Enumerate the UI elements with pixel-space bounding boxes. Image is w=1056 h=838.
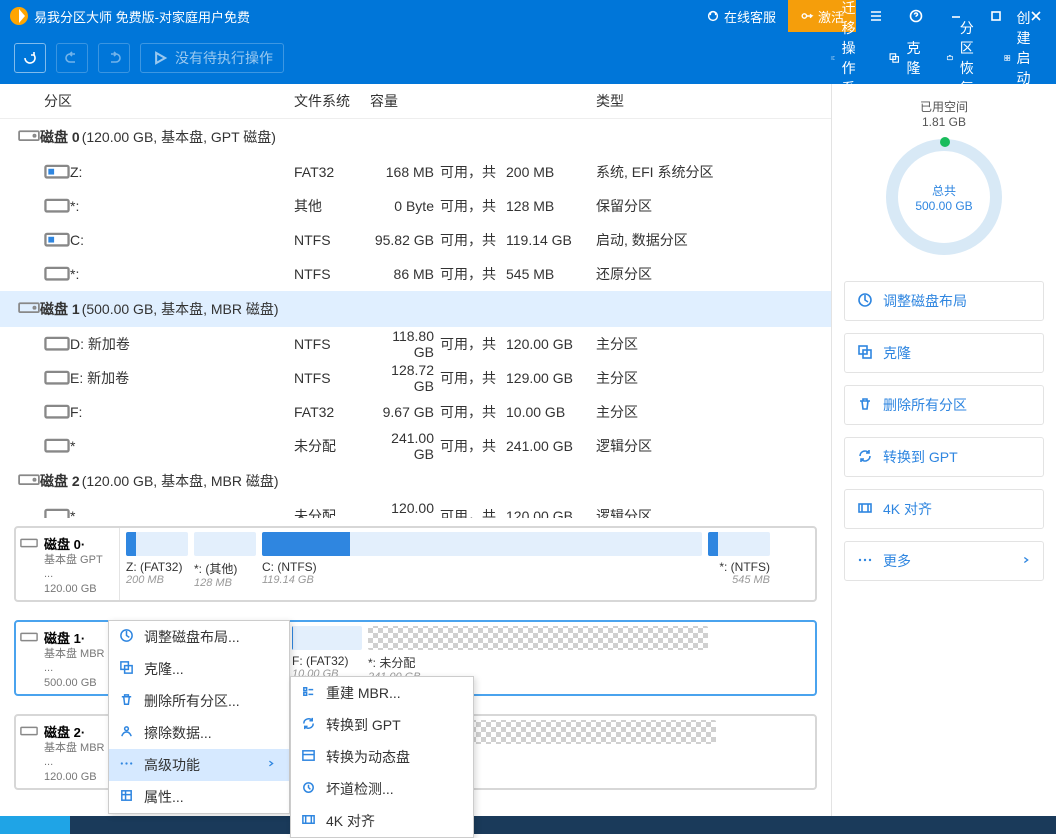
advanced-submenu[interactable]: 重建 MBR...转换到 GPT转换为动态盘坏道检测...4K 对齐: [290, 676, 474, 838]
action-icon: [857, 500, 873, 519]
disk-segment[interactable]: C: (NTFS)119.14 GB: [262, 532, 702, 596]
action-button[interactable]: 更多: [844, 541, 1044, 581]
menu-item-icon: [301, 748, 316, 766]
action-label: 转换到 GPT: [883, 447, 958, 467]
menu-item-icon: [119, 692, 134, 710]
menu-item-icon: [301, 716, 316, 734]
menu-item-icon: [301, 812, 316, 830]
side-panel: 已用空间 1.81 GB 总共 500.00 GB 调整磁盘布局克隆删除所有分区…: [832, 84, 1056, 816]
volume-icon: [44, 369, 70, 386]
disk-row[interactable]: 磁盘 0 (120.00 GB, 基本盘, GPT 磁盘): [0, 119, 831, 155]
action-button[interactable]: 调整磁盘布局: [844, 281, 1044, 321]
window-title: 易我分区大师 免费版-对家庭用户免费: [34, 7, 250, 26]
context-menu-item[interactable]: 属性...: [109, 781, 289, 813]
partition-table: 磁盘 0 (120.00 GB, 基本盘, GPT 磁盘)Z:FAT32168 …: [0, 119, 831, 518]
action-label: 更多: [883, 551, 911, 571]
partition-row[interactable]: *:NTFS86 MB可用，共545 MB还原分区: [0, 257, 831, 291]
volume-icon: [44, 163, 70, 180]
volume-icon: [44, 437, 70, 454]
context-menu-item[interactable]: 4K 对齐: [291, 805, 473, 837]
disk-segment[interactable]: *: (其他)128 MB: [194, 532, 256, 596]
action-icon: [857, 344, 873, 363]
action-button[interactable]: 转换到 GPT: [844, 437, 1044, 477]
app-logo-icon: [10, 7, 28, 25]
disk-segment[interactable]: *: (NTFS)545 MB: [708, 532, 770, 596]
context-menu-item[interactable]: 转换为动态盘: [291, 741, 473, 773]
action-label: 删除所有分区: [883, 395, 967, 415]
partition-row[interactable]: Z:FAT32168 MB可用，共200 MB系统, EFI 系统分区: [0, 155, 831, 189]
col-partition: 分区: [44, 91, 294, 111]
menu-item-icon: [301, 684, 316, 702]
col-type: 类型: [596, 91, 831, 111]
refresh-button[interactable]: [14, 43, 46, 73]
hdd-icon: [18, 128, 40, 146]
volume-icon: [44, 197, 70, 214]
context-menu-item[interactable]: 删除所有分区...: [109, 685, 289, 717]
os-taskbar: [0, 816, 1056, 834]
usage-donut: 总共 500.00 GB: [886, 139, 1002, 255]
chevron-right-icon: [267, 756, 275, 774]
partition-row[interactable]: *未分配241.00 GB可用，共241.00 GB逻辑分区: [0, 429, 831, 463]
pending-ops: 没有待执行操作: [140, 43, 284, 73]
volume-icon: [44, 265, 70, 282]
action-icon: [857, 448, 873, 467]
partition-row[interactable]: *:其他0 Byte可用，共128 MB保留分区: [0, 189, 831, 223]
disk-segment[interactable]: Z: (FAT32)200 MB: [126, 532, 188, 596]
used-label: 已用空间: [844, 98, 1044, 115]
menu-item-icon: [119, 788, 134, 806]
context-menu-item[interactable]: 克隆...: [109, 653, 289, 685]
col-filesystem: 文件系统: [294, 91, 370, 111]
context-menu-item[interactable]: 调整磁盘布局...: [109, 621, 289, 653]
volume-icon: [44, 403, 70, 420]
table-header: 分区 文件系统 容量 类型: [0, 84, 831, 119]
chevron-right-icon: [1021, 552, 1031, 571]
hdd-icon: [18, 472, 40, 490]
context-menu-item[interactable]: 重建 MBR...: [291, 677, 473, 709]
total-value: 500.00 GB: [915, 199, 972, 213]
partition-row[interactable]: F:FAT329.67 GB可用，共10.00 GB主分区: [0, 395, 831, 429]
action-button[interactable]: 删除所有分区: [844, 385, 1044, 425]
volume-icon: [44, 507, 70, 518]
redo-button[interactable]: [98, 43, 130, 73]
total-label: 总共: [932, 182, 956, 199]
action-icon: [857, 292, 873, 311]
partition-row[interactable]: *未分配120.00 GB可用，共120.00 GB逻辑分区: [0, 499, 831, 518]
toolbar: 没有待执行操作 迁移操作系统 克隆 分区恢复 创建启动盘 工具: [0, 32, 1056, 84]
menu-item-icon: [119, 660, 134, 678]
action-icon: [857, 396, 873, 415]
volume-icon: [44, 335, 70, 352]
volume-icon: [44, 231, 70, 248]
disk-row[interactable]: 磁盘 1 (500.00 GB, 基本盘, MBR 磁盘): [0, 291, 831, 327]
context-menu-item[interactable]: 高级功能: [109, 749, 289, 781]
col-capacity: 容量: [370, 91, 596, 111]
undo-button[interactable]: [56, 43, 88, 73]
disk-context-menu[interactable]: 调整磁盘布局...克隆...删除所有分区...擦除数据...高级功能属性...: [108, 620, 290, 814]
partition-row[interactable]: E: 新加卷NTFS128.72 GB可用，共129.00 GB主分区: [0, 361, 831, 395]
menu-item-icon: [119, 724, 134, 742]
hdd-icon: [18, 300, 40, 318]
menu-item-icon: [119, 756, 134, 774]
disk-row[interactable]: 磁盘 2 (120.00 GB, 基本盘, MBR 磁盘): [0, 463, 831, 499]
context-menu-item[interactable]: 转换到 GPT: [291, 709, 473, 741]
support-button[interactable]: 在线客服: [694, 0, 788, 32]
action-button[interactable]: 4K 对齐: [844, 489, 1044, 529]
menu-item-icon: [301, 780, 316, 798]
support-label: 在线客服: [724, 7, 776, 26]
action-label: 调整磁盘布局: [883, 291, 967, 311]
used-value: 1.81 GB: [844, 115, 1044, 129]
action-label: 4K 对齐: [883, 499, 932, 519]
partition-row[interactable]: C:NTFS95.82 GB可用，共119.14 GB启动, 数据分区: [0, 223, 831, 257]
action-icon: [857, 552, 873, 571]
disk-map[interactable]: 磁盘 0·基本盘 GPT ...120.00 GBZ: (FAT32)200 M…: [14, 526, 817, 602]
action-button[interactable]: 克隆: [844, 333, 1044, 373]
menu-item-icon: [119, 628, 134, 646]
partition-row[interactable]: D: 新加卷NTFS118.80 GB可用，共120.00 GB主分区: [0, 327, 831, 361]
context-menu-item[interactable]: 擦除数据...: [109, 717, 289, 749]
action-label: 克隆: [883, 343, 911, 363]
context-menu-item[interactable]: 坏道检测...: [291, 773, 473, 805]
